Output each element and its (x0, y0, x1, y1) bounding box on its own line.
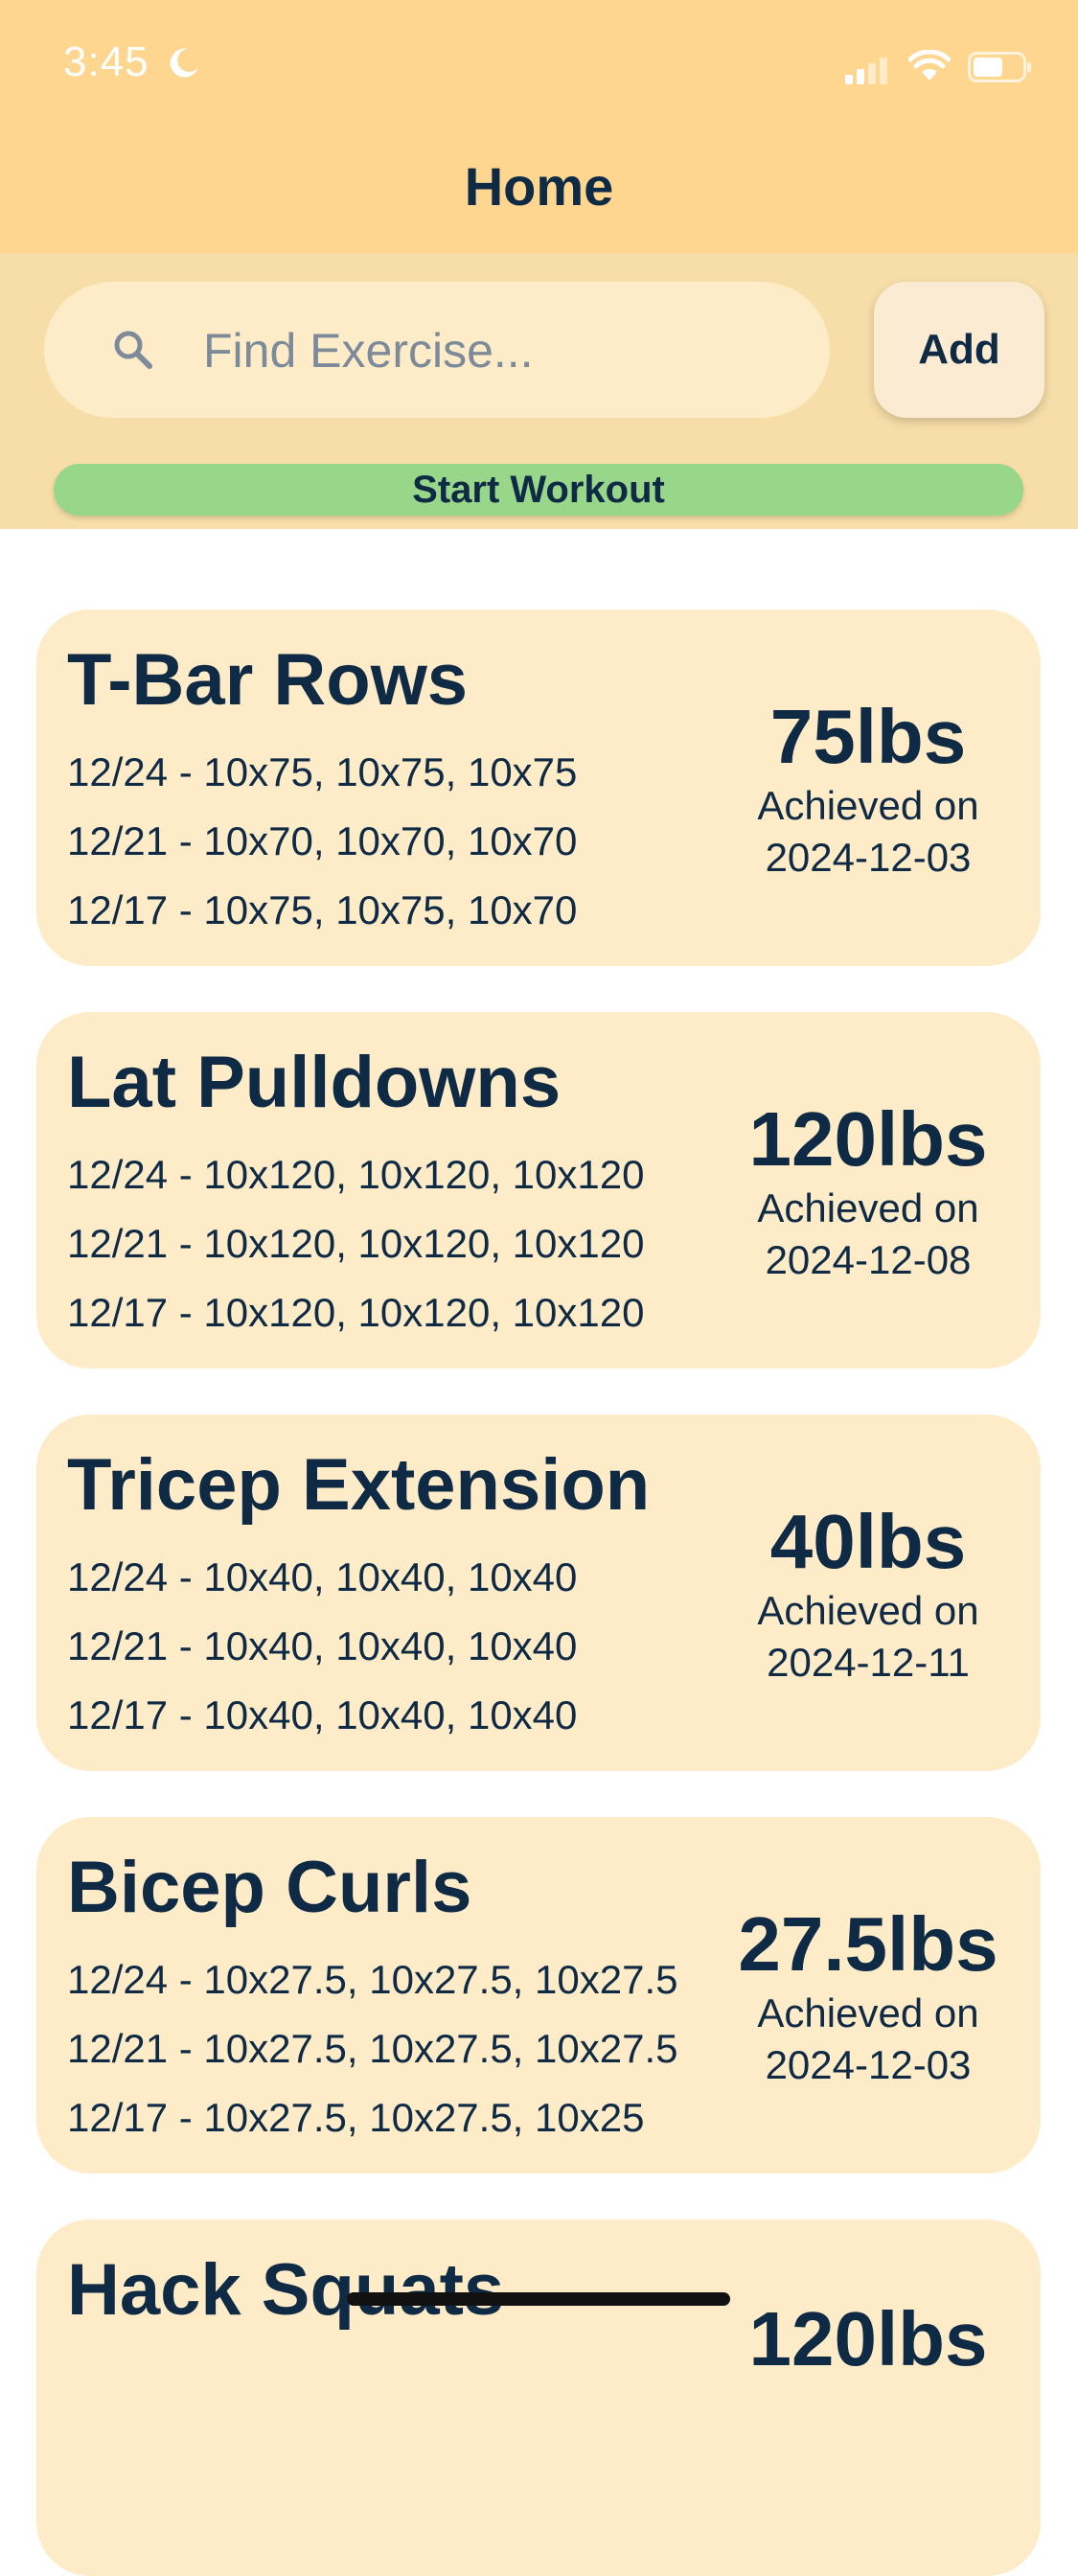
pr-achieved-label: Achieved on (757, 1990, 979, 2036)
search-bar[interactable] (44, 282, 857, 420)
cellular-signal-icon (845, 56, 891, 91)
set-line: 12/17 - 10x27.5, 10x27.5, 10x25 (67, 2095, 645, 2140)
pr-achieved-label: Achieved on (757, 1588, 979, 1633)
set-line: 12/21 - 10x40, 10x40, 10x40 (67, 1623, 578, 1668)
set-line: 12/24 - 10x40, 10x40, 10x40 (67, 1554, 578, 1599)
pr-weight: 75lbs (769, 694, 967, 779)
exercise-name: Hack Squats (67, 2249, 505, 2331)
recent-sets: 12/24 - 10x75, 10x75, 10x75 12/21 - 10x7… (67, 738, 577, 945)
pr-date: 2024-12-11 (767, 1640, 970, 1685)
pr-weight: 40lbs (769, 1499, 967, 1584)
set-line: 12/17 - 10x75, 10x75, 10x70 (67, 887, 578, 932)
pr-achieved-label: Achieved on (757, 1185, 979, 1230)
pr-weight: 120lbs (748, 1096, 988, 1182)
add-button[interactable]: Add (874, 282, 1044, 418)
pr-date: 2024-12-03 (765, 835, 972, 880)
recent-sets: 12/24 - 10x40, 10x40, 10x40 12/21 - 10x4… (67, 1543, 577, 1750)
set-line: 12/21 - 10x120, 10x120, 10x120 (67, 1221, 645, 1266)
pr-weight: 27.5lbs (738, 1901, 998, 1987)
exercise-name: Bicep Curls (67, 1847, 472, 1928)
recent-sets: 12/24 - 10x27.5, 10x27.5, 10x27.5 12/21 … (67, 1945, 678, 2152)
recent-sets: 12/24 - 10x120, 10x120, 10x120 12/21 - 1… (67, 1140, 644, 1347)
pr-weight: 120lbs (748, 2296, 988, 2381)
exercise-card[interactable]: T-Bar Rows 12/24 - 10x75, 10x75, 10x75 1… (36, 610, 1041, 966)
exercise-name: T-Bar Rows (67, 639, 469, 721)
set-line: 12/21 - 10x70, 10x70, 10x70 (67, 818, 578, 863)
status-time: 3:45 (63, 38, 149, 85)
exercise-card[interactable]: Tricep Extension 12/24 - 10x40, 10x40, 1… (36, 1414, 1041, 1771)
personal-record: 120lbs Achieved on 2024-12-08 (724, 1096, 1012, 1286)
pr-date: 2024-12-08 (765, 1237, 972, 1282)
navigation-bar: Home (0, 134, 1078, 253)
set-line: 12/21 - 10x27.5, 10x27.5, 10x27.5 (67, 2026, 678, 2071)
exercise-card[interactable]: Bicep Curls 12/24 - 10x27.5, 10x27.5, 10… (36, 1817, 1041, 2174)
set-line: 12/24 - 10x75, 10x75, 10x75 (67, 749, 578, 794)
page-title: Home (464, 156, 614, 217)
exercise-card[interactable]: Lat Pulldowns 12/24 - 10x120, 10x120, 10… (36, 1012, 1041, 1368)
pr-achieved-label: Achieved on (757, 783, 979, 828)
personal-record: 75lbs Achieved on 2024-12-03 (724, 694, 1012, 884)
search-input[interactable] (159, 282, 857, 420)
status-bar: 3:45 (0, 0, 1078, 134)
personal-record: 40lbs Achieved on 2024-12-11 (724, 1499, 1012, 1689)
personal-record: 120lbs (724, 2296, 1012, 2382)
exercise-name: Lat Pulldowns (67, 1042, 562, 1123)
set-line: 12/17 - 10x120, 10x120, 10x120 (67, 1290, 645, 1335)
set-line: 12/17 - 10x40, 10x40, 10x40 (67, 1692, 578, 1737)
search-icon (111, 328, 155, 377)
set-line: 12/24 - 10x120, 10x120, 10x120 (67, 1152, 645, 1197)
moon-icon (167, 46, 201, 85)
toolbar: Add Start Workout (0, 253, 1078, 529)
pr-date: 2024-12-03 (765, 2042, 972, 2087)
exercise-name: Tricep Extension (67, 1444, 651, 1526)
battery-icon (968, 52, 1033, 87)
set-line: 12/24 - 10x27.5, 10x27.5, 10x27.5 (67, 1957, 678, 2002)
personal-record: 27.5lbs Achieved on 2024-12-03 (724, 1901, 1012, 2091)
exercise-card[interactable]: Hack Squats 120lbs (36, 2220, 1041, 2576)
start-workout-button[interactable]: Start Workout (54, 464, 1023, 516)
wifi-icon (907, 49, 952, 87)
home-indicator[interactable] (347, 2292, 730, 2306)
